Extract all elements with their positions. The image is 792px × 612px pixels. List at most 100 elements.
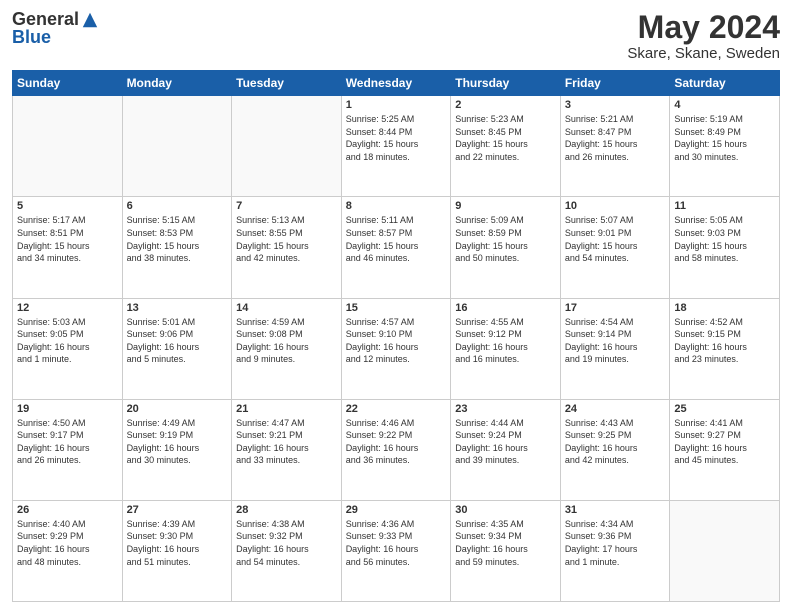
day-info: Sunrise: 4:35 AM Sunset: 9:34 PM Dayligh… <box>455 518 556 568</box>
day-info: Sunrise: 5:21 AM Sunset: 8:47 PM Dayligh… <box>565 113 666 163</box>
calendar-cell <box>670 500 780 601</box>
calendar-cell: 11 Sunrise: 5:05 AM Sunset: 9:03 PM Dayli… <box>670 197 780 298</box>
day-info: Sunrise: 4:50 AM Sunset: 9:17 PM Dayligh… <box>17 417 118 467</box>
day-number: 6 <box>127 200 228 212</box>
calendar-body: 1 Sunrise: 5:25 AM Sunset: 8:44 PM Daylig… <box>13 96 780 602</box>
day-number: 25 <box>674 403 775 415</box>
title-block: May 2024 Skare, Skane, Sweden <box>627 10 780 62</box>
day-info: Sunrise: 4:47 AM Sunset: 9:21 PM Dayligh… <box>236 417 337 467</box>
day-info: Sunrise: 5:15 AM Sunset: 8:53 PM Dayligh… <box>127 214 228 264</box>
calendar-cell: 3 Sunrise: 5:21 AM Sunset: 8:47 PM Daylig… <box>560 96 670 197</box>
week-row-1: 5 Sunrise: 5:17 AM Sunset: 8:51 PM Daylig… <box>13 197 780 298</box>
calendar-cell: 22Sunrise: 4:46 AM Sunset: 9:22 PM Dayli… <box>341 399 451 500</box>
day-info: Sunrise: 4:36 AM Sunset: 9:33 PM Dayligh… <box>346 518 447 568</box>
day-number: 4 <box>674 99 775 111</box>
week-row-0: 1 Sunrise: 5:25 AM Sunset: 8:44 PM Daylig… <box>13 96 780 197</box>
day-number: 14 <box>236 302 337 314</box>
day-info: Sunrise: 4:34 AM Sunset: 9:36 PM Dayligh… <box>565 518 666 568</box>
day-number: 29 <box>346 504 447 516</box>
day-number: 22 <box>346 403 447 415</box>
day-info: Sunrise: 4:57 AM Sunset: 9:10 PM Dayligh… <box>346 316 447 366</box>
calendar-cell: 6 Sunrise: 5:15 AM Sunset: 8:53 PM Daylig… <box>122 197 232 298</box>
col-wednesday: Wednesday <box>341 71 451 96</box>
day-number: 30 <box>455 504 556 516</box>
col-sunday: Sunday <box>13 71 123 96</box>
day-number: 9 <box>455 200 556 212</box>
calendar-cell: 20 Sunrise: 4:49 AM Sunset: 9:19 PM Dayli… <box>122 399 232 500</box>
calendar-cell: 30 Sunrise: 4:35 AM Sunset: 9:34 PM Dayli… <box>451 500 561 601</box>
col-monday: Monday <box>122 71 232 96</box>
calendar-cell: 13 Sunrise: 5:01 AM Sunset: 9:06 PM Dayli… <box>122 298 232 399</box>
day-number: 16 <box>455 302 556 314</box>
day-info: Sunrise: 4:41 AM Sunset: 9:27 PM Dayligh… <box>674 417 775 467</box>
calendar-cell <box>232 96 342 197</box>
day-number: 1 <box>346 99 447 111</box>
calendar-cell: 8 Sunrise: 5:11 AM Sunset: 8:57 PM Daylig… <box>341 197 451 298</box>
calendar-cell: 28 Sunrise: 4:38 AM Sunset: 9:32 PM Dayli… <box>232 500 342 601</box>
calendar-cell: 26 Sunrise: 4:40 AM Sunset: 9:29 PM Dayli… <box>13 500 123 601</box>
day-info: Sunrise: 4:55 AM Sunset: 9:12 PM Dayligh… <box>455 316 556 366</box>
day-number: 2 <box>455 99 556 111</box>
day-info: Sunrise: 5:19 AM Sunset: 8:49 PM Dayligh… <box>674 113 775 163</box>
day-number: 17 <box>565 302 666 314</box>
calendar-cell: 19 Sunrise: 4:50 AM Sunset: 9:17 PM Dayli… <box>13 399 123 500</box>
day-number: 5 <box>17 200 118 212</box>
header: General Blue May 2024 Skare, Skane, Swed… <box>12 10 780 62</box>
day-info: Sunrise: 5:23 AM Sunset: 8:45 PM Dayligh… <box>455 113 556 163</box>
calendar-cell: 16 Sunrise: 4:55 AM Sunset: 9:12 PM Dayli… <box>451 298 561 399</box>
col-thursday: Thursday <box>451 71 561 96</box>
day-info: Sunrise: 5:17 AM Sunset: 8:51 PM Dayligh… <box>17 214 118 264</box>
day-info: Sunrise: 5:25 AM Sunset: 8:44 PM Dayligh… <box>346 113 447 163</box>
calendar-cell: 29 Sunrise: 4:36 AM Sunset: 9:33 PM Dayli… <box>341 500 451 601</box>
logo-icon <box>81 11 99 29</box>
calendar-cell: 24 Sunrise: 4:43 AM Sunset: 9:25 PM Dayli… <box>560 399 670 500</box>
day-info: Sunrise: 5:07 AM Sunset: 9:01 PM Dayligh… <box>565 214 666 264</box>
day-number: 19 <box>17 403 118 415</box>
day-info: Sunrise: 4:49 AM Sunset: 9:19 PM Dayligh… <box>127 417 228 467</box>
day-number: 10 <box>565 200 666 212</box>
calendar-cell: 21Sunrise: 4:47 AM Sunset: 9:21 PM Dayli… <box>232 399 342 500</box>
calendar-cell: 4 Sunrise: 5:19 AM Sunset: 8:49 PM Daylig… <box>670 96 780 197</box>
month-title: May 2024 <box>627 10 780 45</box>
calendar-cell <box>13 96 123 197</box>
col-saturday: Saturday <box>670 71 780 96</box>
day-number: 3 <box>565 99 666 111</box>
day-info: Sunrise: 5:11 AM Sunset: 8:57 PM Dayligh… <box>346 214 447 264</box>
day-info: Sunrise: 5:05 AM Sunset: 9:03 PM Dayligh… <box>674 214 775 264</box>
day-info: Sunrise: 4:39 AM Sunset: 9:30 PM Dayligh… <box>127 518 228 568</box>
calendar-cell: 10 Sunrise: 5:07 AM Sunset: 9:01 PM Dayli… <box>560 197 670 298</box>
calendar-cell: 25 Sunrise: 4:41 AM Sunset: 9:27 PM Dayli… <box>670 399 780 500</box>
day-info: Sunrise: 4:40 AM Sunset: 9:29 PM Dayligh… <box>17 518 118 568</box>
day-number: 12 <box>17 302 118 314</box>
day-number: 24 <box>565 403 666 415</box>
day-info: Sunrise: 4:38 AM Sunset: 9:32 PM Dayligh… <box>236 518 337 568</box>
day-info: Sunrise: 4:43 AM Sunset: 9:25 PM Dayligh… <box>565 417 666 467</box>
week-row-2: 12Sunrise: 5:03 AM Sunset: 9:05 PM Dayli… <box>13 298 780 399</box>
calendar-cell: 9Sunrise: 5:09 AM Sunset: 8:59 PM Daylig… <box>451 197 561 298</box>
day-number: 13 <box>127 302 228 314</box>
calendar-cell: 5 Sunrise: 5:17 AM Sunset: 8:51 PM Daylig… <box>13 197 123 298</box>
calendar-cell: 7Sunrise: 5:13 AM Sunset: 8:55 PM Daylig… <box>232 197 342 298</box>
day-info: Sunrise: 5:01 AM Sunset: 9:06 PM Dayligh… <box>127 316 228 366</box>
calendar-cell: 15Sunrise: 4:57 AM Sunset: 9:10 PM Dayli… <box>341 298 451 399</box>
logo-blue: Blue <box>12 28 99 48</box>
day-number: 8 <box>346 200 447 212</box>
calendar-cell: 18Sunrise: 4:52 AM Sunset: 9:15 PM Dayli… <box>670 298 780 399</box>
day-number: 18 <box>674 302 775 314</box>
day-number: 11 <box>674 200 775 212</box>
col-friday: Friday <box>560 71 670 96</box>
day-number: 31 <box>565 504 666 516</box>
calendar-cell: 14Sunrise: 4:59 AM Sunset: 9:08 PM Dayli… <box>232 298 342 399</box>
day-number: 20 <box>127 403 228 415</box>
day-number: 26 <box>17 504 118 516</box>
calendar-cell: 23Sunrise: 4:44 AM Sunset: 9:24 PM Dayli… <box>451 399 561 500</box>
day-number: 28 <box>236 504 337 516</box>
day-number: 27 <box>127 504 228 516</box>
col-tuesday: Tuesday <box>232 71 342 96</box>
location-title: Skare, Skane, Sweden <box>627 45 780 62</box>
calendar-cell <box>122 96 232 197</box>
calendar-cell: 27 Sunrise: 4:39 AM Sunset: 9:30 PM Dayli… <box>122 500 232 601</box>
calendar-cell: 2 Sunrise: 5:23 AM Sunset: 8:45 PM Daylig… <box>451 96 561 197</box>
day-number: 7 <box>236 200 337 212</box>
calendar-header: Sunday Monday Tuesday Wednesday Thursday… <box>13 71 780 96</box>
